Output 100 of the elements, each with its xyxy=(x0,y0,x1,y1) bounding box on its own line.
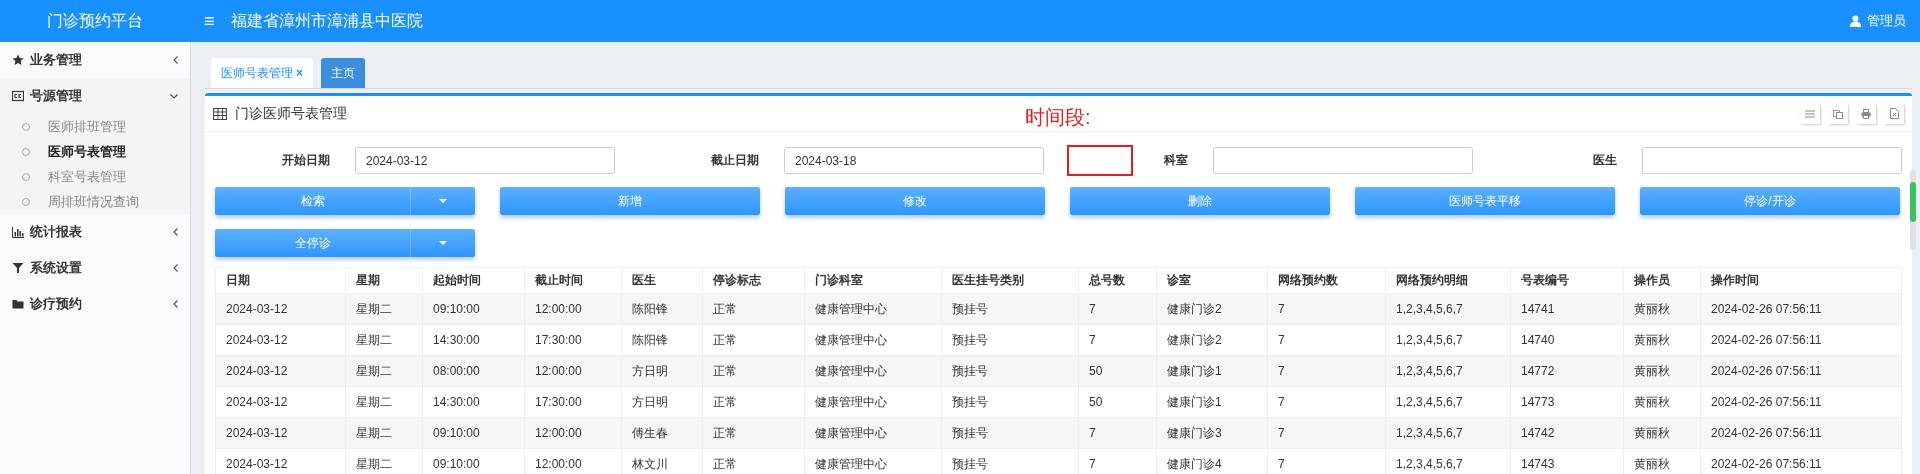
table-cell: 2024-02-26 07:56:11 xyxy=(1700,355,1902,387)
chevron-left-icon xyxy=(173,228,178,236)
table-cell: 14741 xyxy=(1510,293,1624,325)
table-cell: 黄丽秋 xyxy=(1623,386,1701,418)
table-cell: 08:00:00 xyxy=(422,355,525,387)
table-cell: 正常 xyxy=(702,324,805,356)
table-cell: 黄丽秋 xyxy=(1623,324,1701,356)
column-header[interactable]: 号表编号 xyxy=(1510,267,1624,294)
table-cell: 星期二 xyxy=(345,417,423,449)
column-header[interactable]: 日期 xyxy=(215,267,346,294)
table-cell: 2024-03-12 xyxy=(215,448,346,474)
column-header[interactable]: 门诊科室 xyxy=(804,267,942,294)
table-cell: 星期二 xyxy=(345,355,423,387)
column-header[interactable]: 操作员 xyxy=(1623,267,1701,294)
field-label: 开始日期 xyxy=(282,152,330,169)
table-cell: 7 xyxy=(1078,417,1157,449)
column-header[interactable]: 截止时间 xyxy=(524,267,622,294)
table-cell: 健康门诊1 xyxy=(1156,386,1268,418)
table-cell: 12:00:00 xyxy=(524,417,622,449)
table-cell: 1,2,3,4,5,6,7 xyxy=(1385,293,1511,325)
sidebar-item[interactable]: 号源管理 xyxy=(0,78,190,114)
table-cell: 12:00:00 xyxy=(524,293,622,325)
table-cell: 2024-03-12 xyxy=(215,386,346,418)
input-field[interactable] xyxy=(1642,147,1902,174)
sidebar-item[interactable]: 系统设置 xyxy=(0,250,190,286)
field-label: 科室 xyxy=(1164,152,1188,169)
user-icon xyxy=(1850,15,1861,27)
field-label: 截止日期 xyxy=(711,152,759,169)
table-cell: 黄丽秋 xyxy=(1623,293,1701,325)
column-header[interactable]: 医生挂号类别 xyxy=(941,267,1079,294)
filter-icon xyxy=(12,262,24,274)
table-cell: 星期二 xyxy=(345,293,423,325)
table-cell: 50 xyxy=(1078,355,1157,387)
sidebar-subitem[interactable]: 医师号表管理 xyxy=(48,142,126,161)
column-header[interactable]: 停诊标志 xyxy=(702,267,805,294)
table-cell: 健康门诊2 xyxy=(1156,324,1268,356)
sidebar-item[interactable]: 业务管理 xyxy=(0,42,190,78)
table-cell: 预挂号 xyxy=(941,386,1079,418)
table-cell: 14772 xyxy=(1510,355,1624,387)
table-cell: 健康门诊2 xyxy=(1156,293,1268,325)
chart-icon xyxy=(12,226,24,238)
table-cell: 1,2,3,4,5,6,7 xyxy=(1385,355,1511,387)
column-header[interactable]: 诊室 xyxy=(1156,267,1268,294)
table-cell: 健康管理中心 xyxy=(804,355,942,387)
table-cell: 14773 xyxy=(1510,386,1624,418)
table-cell: 7 xyxy=(1078,293,1157,325)
field-label: 医生 xyxy=(1593,152,1617,169)
copy-icon xyxy=(1833,108,1843,119)
table-cell: 预挂号 xyxy=(941,355,1079,387)
caret-icon[interactable] xyxy=(439,241,447,245)
column-header[interactable]: 起始时间 xyxy=(422,267,525,294)
sidebar-item[interactable]: 统计报表 xyxy=(0,214,190,250)
column-header[interactable]: 操作时间 xyxy=(1700,267,1902,294)
table-cell: 2024-02-26 07:56:11 xyxy=(1700,324,1902,356)
table-cell: 正常 xyxy=(702,293,805,325)
table-cell: 健康管理中心 xyxy=(804,386,942,418)
table-cell: 7 xyxy=(1078,324,1157,356)
star-icon xyxy=(12,54,24,66)
table-cell: 正常 xyxy=(702,417,805,449)
table-cell: 健康管理中心 xyxy=(804,324,942,356)
table-cell: 7 xyxy=(1267,417,1386,449)
column-header[interactable]: 医生 xyxy=(621,267,703,294)
input-field[interactable]: 2024-03-18 xyxy=(784,147,1044,174)
table-cell: 14740 xyxy=(1510,324,1624,356)
column-header[interactable]: 总号数 xyxy=(1078,267,1157,294)
table-cell: 预挂号 xyxy=(941,324,1079,356)
table-cell: 2024-03-12 xyxy=(215,355,346,387)
column-header[interactable]: 星期 xyxy=(345,267,423,294)
table-cell: 09:10:00 xyxy=(422,417,525,449)
column-header[interactable]: 网络预约明细 xyxy=(1385,267,1511,294)
table-cell: 方日明 xyxy=(621,355,703,387)
table-cell: 12:00:00 xyxy=(524,355,622,387)
cc-icon xyxy=(12,90,24,102)
hospital-name: 福建省漳州市漳浦县中医院 xyxy=(230,10,424,31)
table-cell: 50 xyxy=(1078,386,1157,418)
table-cell: 09:10:00 xyxy=(422,293,525,325)
table-cell: 2024-03-12 xyxy=(215,417,346,449)
table-cell: 2024-02-26 07:56:11 xyxy=(1700,293,1902,325)
printer-icon xyxy=(1861,108,1871,119)
table-cell: 黄丽秋 xyxy=(1623,355,1701,387)
table-cell: 1,2,3,4,5,6,7 xyxy=(1385,417,1511,449)
chevron-left-icon xyxy=(173,264,178,272)
table-cell: 黄丽秋 xyxy=(1623,417,1701,449)
table-cell: 健康门诊1 xyxy=(1156,355,1268,387)
table-cell: 健康门诊3 xyxy=(1156,417,1268,449)
chevron-down-icon xyxy=(170,93,178,99)
table-cell: 1,2,3,4,5,6,7 xyxy=(1385,386,1511,418)
chevron-left-icon xyxy=(173,56,178,64)
caret-icon[interactable] xyxy=(439,199,447,203)
table-cell: 健康管理中心 xyxy=(804,293,942,325)
app-title: 门诊预约平台 xyxy=(46,10,144,31)
scrollbar[interactable] xyxy=(1910,170,1916,250)
sidebar-item[interactable]: 诊疗预约 xyxy=(0,286,190,322)
table-icon xyxy=(213,107,227,120)
table-cell: 7 xyxy=(1267,293,1386,325)
input-field[interactable] xyxy=(1213,147,1473,174)
input-field[interactable]: 2024-03-12 xyxy=(355,147,615,174)
highlight-box xyxy=(1067,145,1133,176)
column-header[interactable]: 网络预约数 xyxy=(1267,267,1386,294)
table-cell: 14:30:00 xyxy=(422,324,525,356)
